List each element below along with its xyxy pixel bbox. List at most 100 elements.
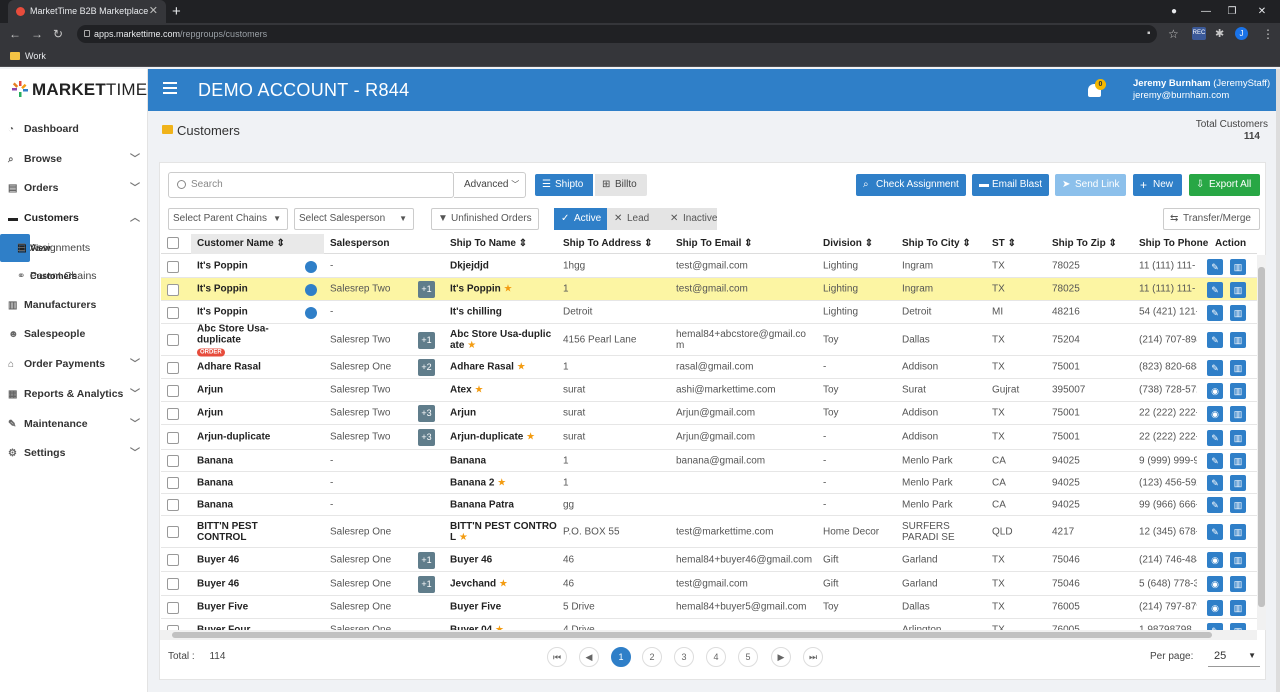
- sidebar-item-dashboard[interactable]: ◔ Dashboard: [0, 115, 148, 145]
- edit-icon[interactable]: ✎: [1207, 258, 1223, 275]
- message-icon[interactable]: [305, 260, 317, 273]
- message-icon[interactable]: [305, 306, 317, 319]
- chart-icon[interactable]: ▥: [1230, 552, 1246, 568]
- ship-to-name-cell[interactable]: Arjun: [450, 408, 558, 419]
- ship-to-name-cell[interactable]: Adhare Rasal ★: [450, 362, 558, 373]
- ship-to-name-cell[interactable]: Banana 2 ★: [450, 477, 558, 488]
- sidebar-item-parent-chains[interactable]: ⚭ Parent Chains: [0, 262, 148, 291]
- sidebar-item-order-payments[interactable]: ⌂ Order Payments ﹀: [0, 350, 148, 380]
- customer-name-cell[interactable]: Buyer Five: [197, 602, 309, 613]
- chart-icon[interactable]: ▥: [1230, 453, 1246, 469]
- browser-menu-icon[interactable]: ⋮: [1262, 23, 1274, 45]
- row-checkbox[interactable]: [167, 407, 179, 420]
- sidebar-item-assignments[interactable]: ☰ Assignments: [0, 234, 148, 263]
- row-checkbox[interactable]: [167, 260, 179, 273]
- row-checkbox[interactable]: [167, 578, 179, 590]
- row-checkbox[interactable]: [167, 431, 179, 444]
- chart-icon[interactable]: ▥: [1230, 475, 1246, 491]
- row-checkbox[interactable]: [167, 477, 179, 489]
- extra-salesperson-badge[interactable]: +3: [418, 405, 435, 422]
- row-checkbox[interactable]: [167, 455, 179, 467]
- table-row[interactable]: It's Poppin Salesrep Two +1 It's Poppin ★ 1 t…: [161, 278, 1257, 301]
- edit-icon[interactable]: ✎: [1207, 429, 1223, 446]
- page-button-5[interactable]: 5: [738, 647, 758, 667]
- table-row[interactable]: Buyer 46 Salesrep One +1 Jevchand ★ 46 test@g…: [161, 572, 1257, 596]
- profile-avatar[interactable]: J: [1235, 27, 1248, 40]
- chart-icon[interactable]: ▥: [1230, 599, 1246, 616]
- row-checkbox[interactable]: [167, 306, 179, 319]
- table-row[interactable]: It's Poppin - Dkjejdjd 1hgg test@gmail.com Li…: [161, 255, 1257, 278]
- row-checkbox[interactable]: [167, 601, 179, 614]
- chart-icon[interactable]: ▥: [1230, 304, 1246, 321]
- edit-icon[interactable]: ✎: [1207, 281, 1223, 298]
- message-icon[interactable]: [305, 283, 317, 296]
- chart-icon[interactable]: ▥: [1230, 405, 1246, 422]
- ship-to-name-cell[interactable]: Banana Patra: [450, 499, 558, 510]
- url-input[interactable]: apps.markettime.com/repgroups/customers: [77, 25, 1157, 43]
- chart-icon[interactable]: ▥: [1230, 332, 1246, 348]
- chart-icon[interactable]: ▥: [1230, 576, 1246, 592]
- ship-to-name-cell[interactable]: Buyer 46: [450, 554, 558, 565]
- page-button-4[interactable]: 4: [706, 647, 726, 667]
- chart-icon[interactable]: ▥: [1230, 258, 1246, 275]
- page-scrollbar[interactable]: [1276, 69, 1280, 692]
- prev-page-button[interactable]: ◀: [579, 647, 599, 667]
- rec-extension-icon[interactable]: REC: [1192, 27, 1206, 40]
- first-page-button[interactable]: ⏮: [547, 647, 567, 667]
- hamburger-menu-icon[interactable]: [163, 82, 177, 94]
- chart-icon[interactable]: ▥: [1230, 497, 1246, 513]
- ship-to-name-cell[interactable]: It's chilling: [450, 307, 558, 318]
- sidebar-item-orders[interactable]: ▤ Orders ﹀: [0, 174, 148, 204]
- sidebar-item-browse[interactable]: ⌕ Browse ﹀: [0, 145, 148, 175]
- sidebar-item-salespeople[interactable]: ☻ Salespeople: [0, 320, 148, 350]
- view-icon[interactable]: ◉: [1207, 405, 1223, 422]
- table-row[interactable]: Banana - Banana Patra gg - Menlo Park CA 94025 9…: [161, 494, 1257, 516]
- chart-icon[interactable]: ▥: [1230, 359, 1246, 376]
- extensions-icon[interactable]: ✱: [1215, 23, 1224, 45]
- ship-to-name-cell[interactable]: It's Poppin ★: [450, 284, 558, 295]
- customer-name-cell[interactable]: Buyer 46: [197, 578, 309, 589]
- edit-icon[interactable]: ✎: [1207, 622, 1223, 630]
- row-checkbox[interactable]: [167, 384, 179, 397]
- chart-icon[interactable]: ▥: [1230, 382, 1246, 399]
- chart-icon[interactable]: ▥: [1230, 429, 1246, 446]
- scroll-thumb[interactable]: [1258, 267, 1265, 607]
- close-tab-icon[interactable]: ✕: [149, 0, 158, 23]
- chart-icon[interactable]: ▥: [1230, 524, 1246, 540]
- edit-icon[interactable]: ✎: [1207, 304, 1223, 321]
- edit-icon[interactable]: ✎: [1207, 497, 1223, 513]
- extra-salesperson-badge[interactable]: +1: [418, 575, 435, 593]
- forward-icon[interactable]: →: [31, 23, 43, 45]
- browser-tab[interactable]: MarketTime B2B Marketplace ✕: [8, 0, 166, 23]
- customer-name-cell[interactable]: Buyer 46: [197, 554, 309, 565]
- table-row[interactable]: Arjun Salesrep Two +3 Arjun surat Arjun@gmail…: [161, 402, 1257, 425]
- customer-name-cell[interactable]: It's Poppin: [197, 307, 309, 318]
- page-button-3[interactable]: 3: [674, 647, 694, 667]
- maximize-icon[interactable]: ❐: [1220, 0, 1244, 23]
- table-row[interactable]: Buyer Five Salesrep One Buyer Five 5 Drive h…: [161, 596, 1257, 619]
- sidebar-item-maintenance[interactable]: ✎ Maintenance ﹀: [0, 410, 148, 440]
- customer-name-cell[interactable]: Abc Store Usa-duplicate ORDER: [197, 323, 309, 356]
- view-icon[interactable]: ◉: [1207, 599, 1223, 616]
- extra-salesperson-badge[interactable]: +1: [418, 281, 435, 298]
- ship-to-name-cell[interactable]: Dkjejdjd: [450, 261, 558, 272]
- close-window-icon[interactable]: ✕: [1250, 0, 1274, 23]
- per-page-select[interactable]: 25 ▼: [1208, 645, 1260, 667]
- customer-name-cell[interactable]: Adhare Rasal: [197, 362, 309, 373]
- customer-name-cell[interactable]: Banana: [197, 499, 309, 510]
- minimize-icon[interactable]: —: [1194, 0, 1218, 23]
- next-page-button[interactable]: ▶: [771, 647, 791, 667]
- profile-dot-icon[interactable]: ●: [1162, 0, 1186, 23]
- customer-name-cell[interactable]: Banana: [197, 455, 309, 466]
- row-checkbox[interactable]: [167, 361, 179, 374]
- table-row[interactable]: Banana - Banana 1 banana@gmail.com - Menlo Par…: [161, 450, 1257, 472]
- chart-icon[interactable]: ▥: [1230, 622, 1246, 630]
- customer-name-cell[interactable]: It's Poppin: [197, 284, 309, 295]
- ship-to-name-cell[interactable]: Buyer Five: [450, 602, 558, 613]
- customer-name-cell[interactable]: Banana: [197, 477, 309, 488]
- edit-icon[interactable]: ✎: [1207, 359, 1223, 376]
- reload-icon[interactable]: ↻: [53, 23, 63, 45]
- table-vertical-scrollbar[interactable]: [1257, 255, 1266, 630]
- back-icon[interactable]: ←: [9, 23, 21, 45]
- scroll-thumb[interactable]: [172, 632, 1212, 638]
